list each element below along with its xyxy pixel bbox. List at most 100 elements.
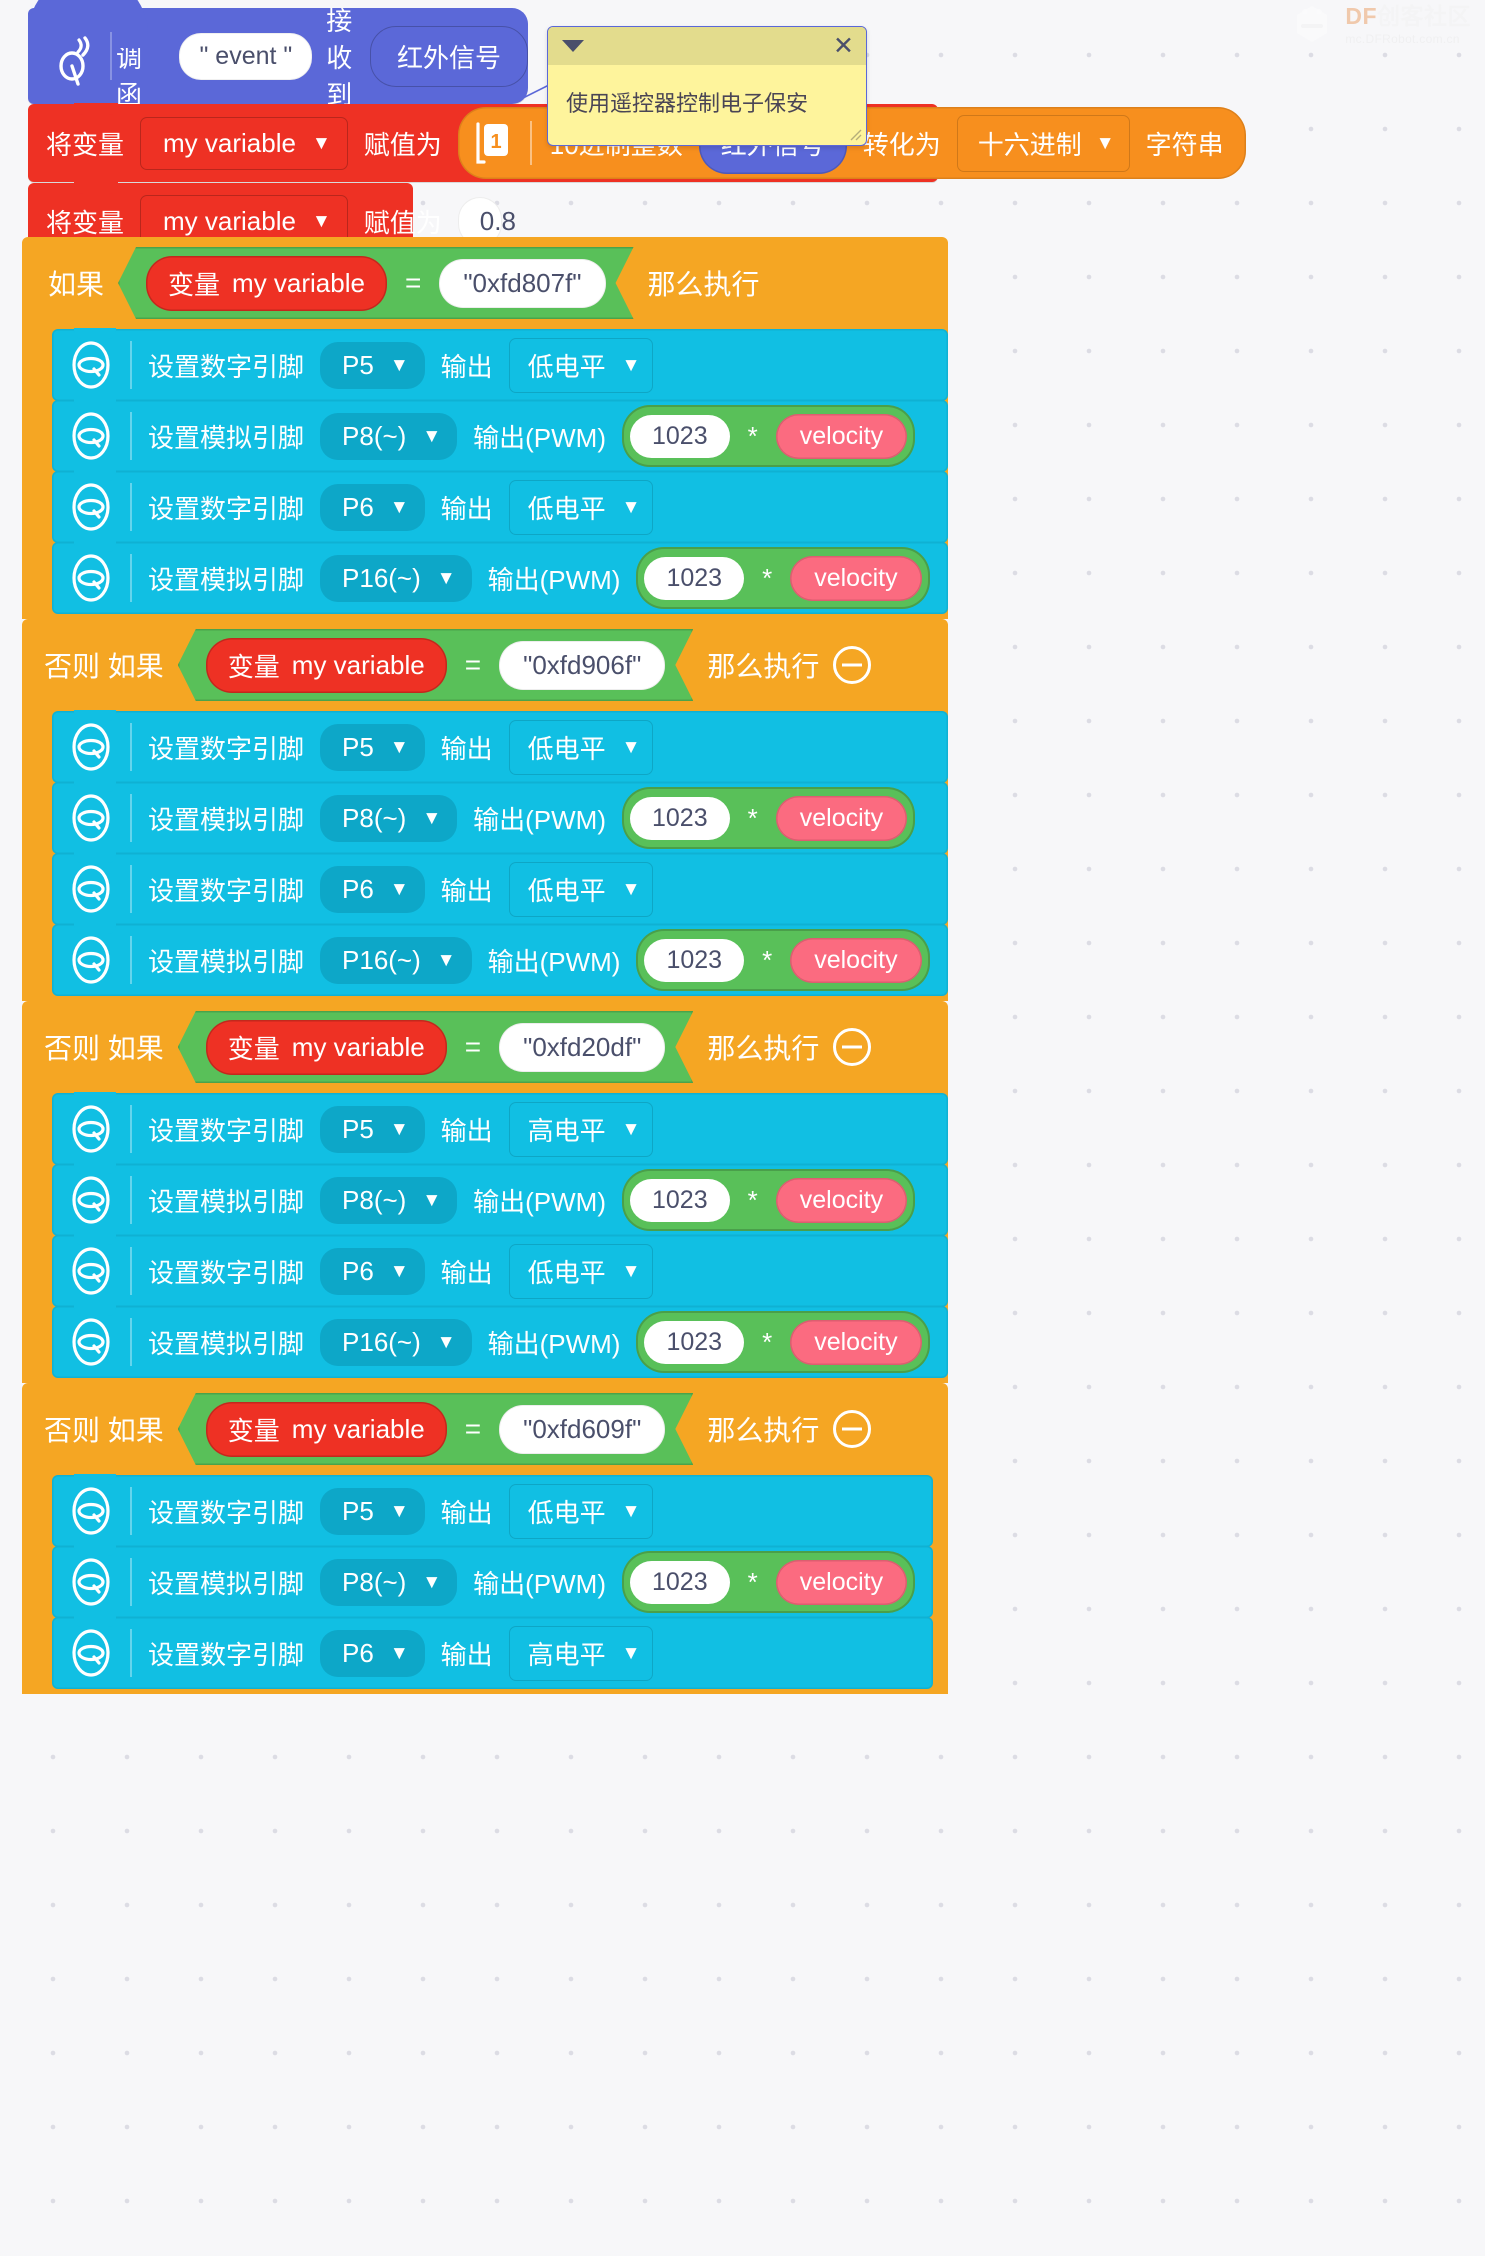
signal-slot[interactable]: 红外信号 — [369, 25, 528, 87]
control-branch[interactable]: 否则 如果 变量 my variable = "0xfd609f" 那么执行 设置数字引脚 P… — [22, 1383, 948, 1694]
triangle-down-icon[interactable] — [562, 40, 584, 52]
variable-reporter[interactable]: 变量 my variable — [146, 256, 387, 311]
level-dropdown[interactable]: 高电平 ▼ — [508, 1101, 654, 1157]
base-dropdown[interactable]: 十六进制 ▼ — [956, 114, 1130, 172]
set-digital-pin-block[interactable]: 设置数字引脚 P5 ▼ 输出 高电平 ▼ — [52, 1092, 948, 1165]
condition-value-field[interactable]: "0xfd609f" — [499, 1405, 665, 1454]
pwm-value-field[interactable]: 1023 — [644, 1320, 745, 1364]
level-dropdown[interactable]: 高电平 ▼ — [508, 1625, 654, 1681]
pwm-value-field[interactable]: 1023 — [630, 1560, 730, 1604]
set-digital-pin-block[interactable]: 设置数字引脚 P6 ▼ 输出 高电平 ▼ — [52, 1616, 934, 1689]
pin-dropdown[interactable]: P16(~) ▼ — [320, 554, 472, 602]
pwm-value-field[interactable]: 1023 — [630, 414, 730, 458]
pin-dropdown[interactable]: P6 ▼ — [320, 483, 425, 531]
set-analog-pin-block[interactable]: 设置模拟引脚 P8(~) ▼ 输出(PWM) 1023 * velocity — [52, 781, 948, 854]
level-dropdown[interactable]: 低电平 ▼ — [508, 1243, 654, 1299]
control-branch[interactable]: 否则 如果 变量 my variable = "0xfd20df" 那么执行 设置数字引脚 P… — [22, 1001, 948, 1383]
set-digital-pin-block[interactable]: 设置数字引脚 P6 ▼ 输出 低电平 ▼ — [52, 852, 948, 925]
if-else-control-stack[interactable]: 如果 变量 my variable = "0xfd807f" 那么执行 设置数字引脚 P5 ▼ 输… — [22, 237, 948, 1694]
set-digital-pin-block[interactable]: 设置数字引脚 P5 ▼ 输出 低电平 ▼ — [52, 710, 948, 783]
velocity-variable[interactable]: velocity — [775, 1559, 908, 1605]
set-digital-pin-block[interactable]: 设置数字引脚 P6 ▼ 输出 低电平 ▼ — [52, 470, 948, 543]
multiply-reporter[interactable]: 1023 * velocity — [636, 547, 930, 609]
equals-condition-block[interactable]: 变量 my variable = "0xfd609f" — [178, 1393, 694, 1465]
multiply-reporter[interactable]: 1023 * velocity — [622, 787, 916, 849]
pwm-value-field[interactable]: 1023 — [630, 1178, 730, 1222]
condition-value-field[interactable]: "0xfd20df" — [499, 1023, 665, 1072]
control-branch[interactable]: 否则 如果 变量 my variable = "0xfd906f" 那么执行 设置数字引脚 P… — [22, 619, 948, 1001]
level-dropdown[interactable]: 低电平 ▼ — [508, 1483, 654, 1539]
remove-branch-button[interactable] — [833, 1410, 872, 1448]
event-name-field[interactable]: " event " — [179, 32, 313, 80]
close-icon[interactable]: ✕ — [833, 33, 854, 59]
condition-value-field[interactable]: "0xfd807f" — [439, 259, 605, 308]
pin-dropdown[interactable]: P6 ▼ — [320, 1247, 425, 1295]
pin-value: P16(~) — [342, 1326, 421, 1357]
level-dropdown[interactable]: 低电平 ▼ — [508, 337, 654, 393]
condition-value-field[interactable]: "0xfd906f" — [499, 641, 665, 690]
comment-titlebar[interactable]: ✕ — [548, 27, 866, 65]
level-dropdown[interactable]: 低电平 ▼ — [508, 861, 654, 917]
set-analog-pin-block[interactable]: 设置模拟引脚 P16(~) ▼ 输出(PWM) 1023 * velocity — [52, 923, 948, 996]
set-analog-pin-block[interactable]: 设置模拟引脚 P8(~) ▼ 输出(PWM) 1023 * velocity — [52, 1163, 948, 1236]
pwm-value-field[interactable]: 1023 — [644, 556, 745, 600]
variable-reporter[interactable]: 变量 my variable — [206, 1020, 447, 1075]
multiply-reporter[interactable]: 1023 * velocity — [636, 929, 930, 991]
pwm-value-field[interactable]: 1023 — [630, 796, 730, 840]
pwm-value-field[interactable]: 1023 — [644, 938, 745, 982]
block-comment[interactable]: ✕ 使用遥控器控制电子保安 — [547, 26, 867, 146]
remove-branch-button[interactable] — [833, 1028, 872, 1066]
output-label: 输出(PWM) — [487, 564, 621, 595]
multiply-reporter[interactable]: 1023 * velocity — [622, 1551, 916, 1613]
level-dropdown[interactable]: 低电平 ▼ — [508, 719, 654, 775]
event-hat-block[interactable]: 当回调函数 " event " 接收到 红外信号 — [28, 0, 528, 147]
control-branch[interactable]: 如果 变量 my variable = "0xfd807f" 那么执行 设置数字引脚 P5 ▼ 输… — [22, 237, 948, 619]
pin-dropdown[interactable]: P16(~) ▼ — [320, 936, 472, 984]
level-dropdown[interactable]: 低电平 ▼ — [508, 479, 654, 535]
set-analog-pin-block[interactable]: 设置模拟引脚 P8(~) ▼ 输出(PWM) 1023 * velocity — [52, 1545, 934, 1618]
pin-dropdown[interactable]: P5 ▼ — [320, 1487, 425, 1535]
set-digital-pin-block[interactable]: 设置数字引脚 P6 ▼ 输出 低电平 ▼ — [52, 1234, 948, 1307]
multiply-reporter[interactable]: 1023 * velocity — [636, 1311, 930, 1373]
velocity-variable[interactable]: velocity — [775, 1177, 908, 1223]
variable-dropdown[interactable]: my variable ▼ — [140, 116, 348, 170]
equals-condition-block[interactable]: 变量 my variable = "0xfd807f" — [118, 247, 634, 319]
pin-dropdown[interactable]: P8(~) ▼ — [320, 1558, 458, 1606]
variable-reporter[interactable]: 变量 my variable — [206, 638, 447, 693]
remove-branch-button[interactable] — [833, 646, 872, 684]
set-analog-pin-block[interactable]: 设置模拟引脚 P16(~) ▼ 输出(PWM) 1023 * velocity — [52, 1305, 948, 1378]
velocity-variable[interactable]: velocity — [775, 413, 908, 459]
level-value: 低电平 — [527, 493, 606, 524]
pin-dropdown[interactable]: P16(~) ▼ — [320, 1318, 472, 1366]
pin-dropdown[interactable]: P8(~) ▼ — [320, 794, 458, 842]
set-analog-pin-block[interactable]: 设置模拟引脚 P16(~) ▼ 输出(PWM) 1023 * velocity — [52, 541, 948, 614]
if-condition-header[interactable]: 如果 变量 my variable = "0xfd807f" 那么执行 — [22, 237, 948, 329]
velocity-variable[interactable]: velocity — [790, 1319, 922, 1365]
variable-reporter[interactable]: 变量 my variable — [206, 1402, 447, 1457]
set-digital-pin-block[interactable]: 设置数字引脚 P5 ▼ 输出 低电平 ▼ — [52, 1474, 934, 1547]
comment-connector-line — [515, 83, 551, 103]
pin-dropdown[interactable]: P5 ▼ — [320, 723, 425, 771]
pin-dropdown[interactable]: P8(~) ▼ — [320, 412, 458, 460]
multiply-reporter[interactable]: 1023 * velocity — [622, 1169, 916, 1231]
pin-dropdown[interactable]: P6 ▼ — [320, 865, 425, 913]
multiply-operator: * — [762, 562, 773, 593]
velocity-variable[interactable]: velocity — [790, 555, 922, 601]
set-analog-pin-block[interactable]: 设置模拟引脚 P8(~) ▼ 输出(PWM) 1023 * velocity — [52, 399, 948, 472]
pin-dropdown[interactable]: P8(~) ▼ — [320, 1176, 458, 1224]
resize-handle-icon[interactable] — [846, 125, 862, 141]
set-digital-pin-block[interactable]: 设置数字引脚 P5 ▼ 输出 低电平 ▼ — [52, 328, 948, 401]
velocity-variable[interactable]: velocity — [775, 795, 908, 841]
blocks-workspace[interactable]: DF创客社区 mc.DFRobot.com.cn 当回调函数 " event "… — [0, 0, 1485, 2256]
comment-text[interactable]: 使用遥控器控制电子保安 — [548, 65, 866, 120]
multiply-reporter[interactable]: 1023 * velocity — [622, 405, 916, 467]
pin-dropdown[interactable]: P5 ▼ — [320, 1105, 425, 1153]
equals-condition-block[interactable]: 变量 my variable = "0xfd20df" — [178, 1011, 694, 1083]
pin-dropdown[interactable]: P6 ▼ — [320, 1629, 425, 1677]
else-if-condition-header[interactable]: 否则 如果 变量 my variable = "0xfd906f" 那么执行 — [22, 619, 948, 711]
velocity-variable[interactable]: velocity — [790, 937, 922, 983]
pin-dropdown[interactable]: P5 ▼ — [320, 341, 425, 389]
equals-condition-block[interactable]: 变量 my variable = "0xfd906f" — [178, 629, 694, 701]
else-if-condition-header[interactable]: 否则 如果 变量 my variable = "0xfd609f" 那么执行 — [22, 1383, 948, 1475]
else-if-condition-header[interactable]: 否则 如果 变量 my variable = "0xfd20df" 那么执行 — [22, 1001, 948, 1093]
